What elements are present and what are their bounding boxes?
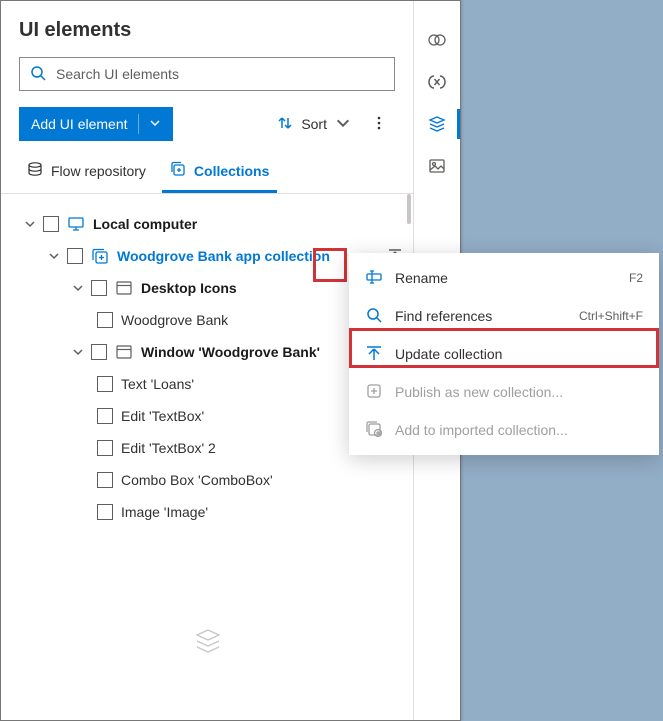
search-box[interactable] <box>19 57 395 91</box>
chevron-down-icon[interactable] <box>49 248 59 264</box>
tab-collections[interactable]: Collections <box>162 151 277 193</box>
sort-icon <box>277 115 293 134</box>
rail-item-variables[interactable] <box>414 61 460 103</box>
menu-item-find-references[interactable]: Find references Ctrl+Shift+F <box>349 297 659 335</box>
checkbox[interactable] <box>91 280 107 296</box>
menu-label: Add to imported collection... <box>395 422 568 438</box>
chevron-down-icon <box>149 116 161 132</box>
checkbox[interactable] <box>97 312 113 328</box>
node-label: Woodgrove Bank <box>121 312 228 328</box>
tree-node-root[interactable]: Local computer <box>5 208 409 240</box>
tab-label: Collections <box>194 163 269 179</box>
menu-shortcut: F2 <box>629 271 643 285</box>
tree-node-item[interactable]: Combo Box 'ComboBox' <box>5 464 409 496</box>
checkbox[interactable] <box>67 248 83 264</box>
node-label: Window 'Woodgrove Bank' <box>141 344 320 360</box>
checkbox[interactable] <box>97 472 113 488</box>
sort-button[interactable]: Sort <box>273 109 355 140</box>
node-label: Desktop Icons <box>141 280 237 296</box>
panel-title: UI elements <box>19 19 131 42</box>
chevron-down-icon <box>335 115 351 134</box>
collection-icon <box>91 247 109 265</box>
tab-flow-repository[interactable]: Flow repository <box>19 151 154 193</box>
publish-icon <box>365 382 383 403</box>
add-ui-element-button[interactable]: Add UI element <box>19 107 173 141</box>
checkbox[interactable] <box>97 504 113 520</box>
computer-icon <box>67 215 85 233</box>
chevron-down-icon[interactable] <box>73 344 83 360</box>
search-icon <box>30 65 54 84</box>
search-icon <box>365 306 383 327</box>
sort-label: Sort <box>301 116 327 132</box>
node-label: Image 'Image' <box>121 504 208 520</box>
scrollbar-thumb[interactable] <box>407 194 411 224</box>
window-icon <box>115 343 133 361</box>
menu-item-update-collection[interactable]: Update collection <box>349 335 659 373</box>
checkbox[interactable] <box>43 216 59 232</box>
menu-shortcut: Ctrl+Shift+F <box>579 309 643 323</box>
menu-item-rename[interactable]: Rename F2 <box>349 259 659 297</box>
rail-item-copilot[interactable] <box>414 19 460 61</box>
checkbox[interactable] <box>91 344 107 360</box>
node-label: Edit 'TextBox' 2 <box>121 440 216 456</box>
node-label: Local computer <box>93 216 197 232</box>
node-label: Text 'Loans' <box>121 376 194 392</box>
menu-label: Find references <box>395 308 492 324</box>
node-label: Woodgrove Bank app collection <box>117 248 330 264</box>
tree-node-item[interactable]: Image 'Image' <box>5 496 409 528</box>
collections-icon <box>170 161 186 180</box>
checkbox[interactable] <box>97 376 113 392</box>
add-collection-icon <box>365 420 383 441</box>
close-button[interactable] <box>383 15 395 45</box>
menu-label: Publish as new collection... <box>395 384 563 400</box>
search-input[interactable] <box>54 65 384 83</box>
menu-item-publish: Publish as new collection... <box>349 373 659 411</box>
menu-label: Update collection <box>395 346 502 362</box>
more-button[interactable] <box>363 109 395 140</box>
rename-icon <box>365 268 383 289</box>
chevron-down-icon[interactable] <box>73 280 83 296</box>
chevron-down-icon[interactable] <box>25 216 35 232</box>
rail-item-images[interactable] <box>414 145 460 187</box>
layers-watermark-icon <box>1 627 414 655</box>
window-icon <box>115 279 133 297</box>
rail-item-ui-elements[interactable] <box>414 103 460 145</box>
add-ui-element-label: Add UI element <box>31 116 128 132</box>
upload-icon <box>365 344 383 365</box>
node-label: Edit 'TextBox' <box>121 408 204 424</box>
tab-label: Flow repository <box>51 163 146 179</box>
menu-label: Rename <box>395 270 448 286</box>
context-menu: Rename F2 Find references Ctrl+Shift+F U… <box>349 253 659 455</box>
checkbox[interactable] <box>97 408 113 424</box>
repository-icon <box>27 161 43 180</box>
menu-item-add-to-imported: Add to imported collection... <box>349 411 659 449</box>
node-label: Combo Box 'ComboBox' <box>121 472 273 488</box>
checkbox[interactable] <box>97 440 113 456</box>
